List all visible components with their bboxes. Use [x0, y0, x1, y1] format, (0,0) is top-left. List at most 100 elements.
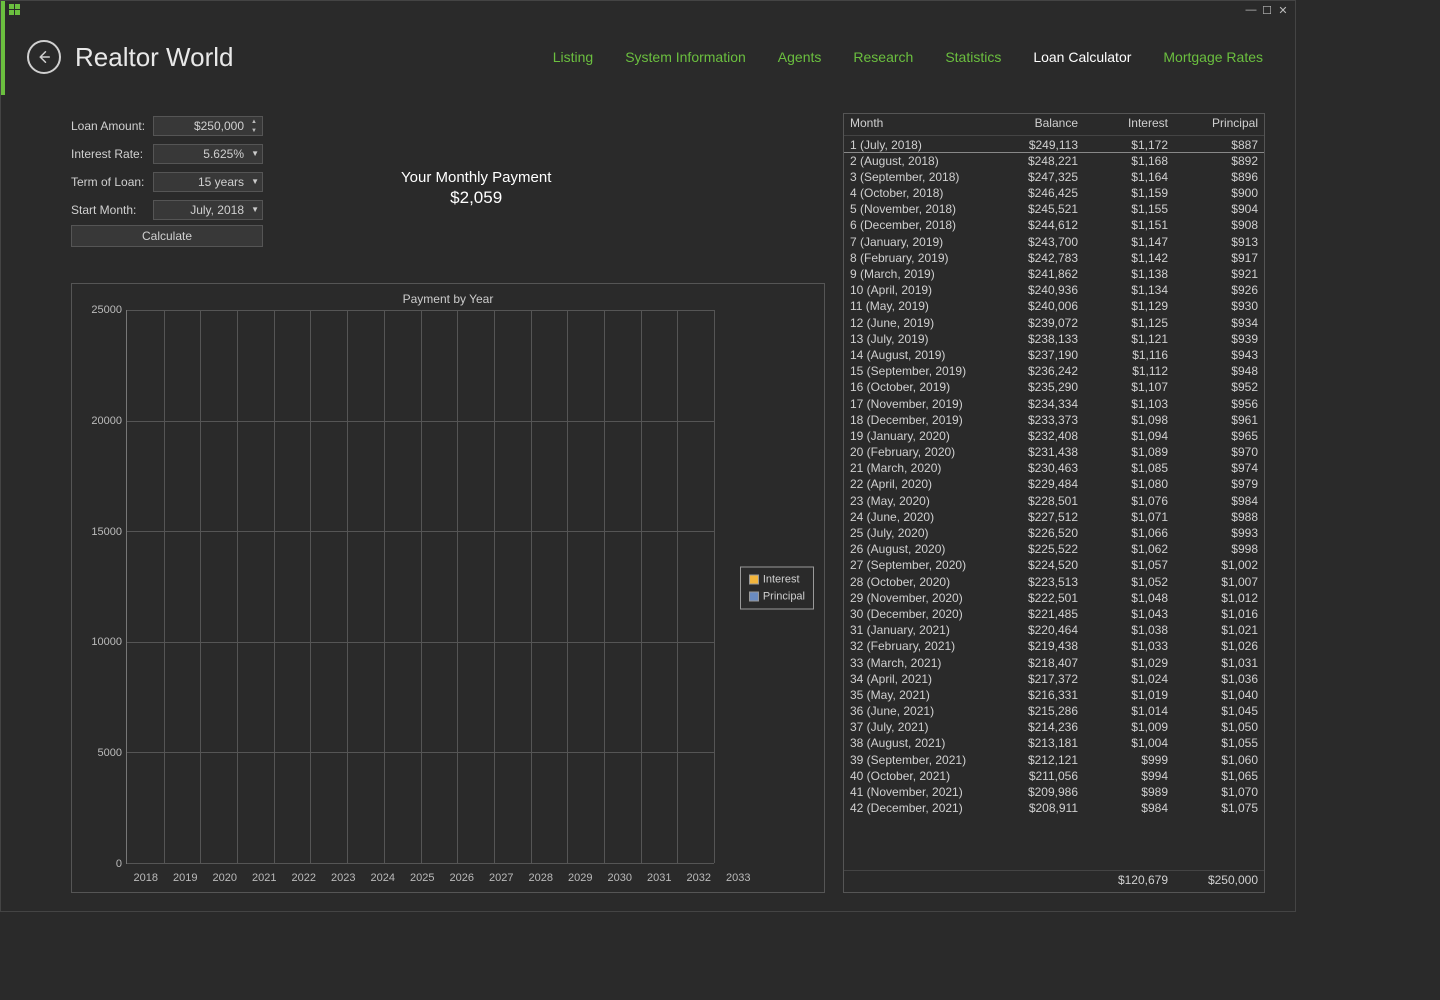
table-row[interactable]: 22 (April, 2020)$229,484$1,080$979 [844, 476, 1264, 492]
table-row[interactable]: 41 (November, 2021)$209,986$989$1,070 [844, 784, 1264, 800]
window-close-button[interactable]: ✕ [1275, 4, 1291, 17]
table-row[interactable]: 10 (April, 2019)$240,936$1,134$926 [844, 282, 1264, 298]
input-loan-amount[interactable]: $250,000 ▲▼ [153, 116, 263, 136]
nav-item-loan-calculator[interactable]: Loan Calculator [1031, 45, 1133, 69]
table-row[interactable]: 38 (August, 2021)$213,181$1,004$1,055 [844, 735, 1264, 751]
table-row[interactable]: 36 (June, 2021)$215,286$1,014$1,045 [844, 703, 1264, 719]
calculate-button[interactable]: Calculate [71, 225, 263, 247]
cell-month: 25 (July, 2020) [844, 525, 994, 541]
cell-balance: $247,325 [994, 168, 1084, 184]
cell-interest: $1,094 [1084, 427, 1174, 443]
table-row[interactable]: 25 (July, 2020)$226,520$1,066$993 [844, 525, 1264, 541]
table-row[interactable]: 28 (October, 2020)$223,513$1,052$1,007 [844, 573, 1264, 589]
nav-item-agents[interactable]: Agents [776, 45, 824, 69]
nav-item-mortgage-rates[interactable]: Mortgage Rates [1161, 45, 1265, 69]
cell-balance: $216,331 [994, 686, 1084, 702]
col-principal[interactable]: Principal [1174, 114, 1264, 135]
table-row[interactable]: 6 (December, 2018)$244,612$1,151$908 [844, 217, 1264, 233]
table-row[interactable]: 4 (October, 2018)$246,425$1,159$900 [844, 185, 1264, 201]
table-row[interactable]: 11 (May, 2019)$240,006$1,129$930 [844, 298, 1264, 314]
cell-interest: $1,085 [1084, 460, 1174, 476]
table-row[interactable]: 3 (September, 2018)$247,325$1,164$896 [844, 168, 1264, 184]
table-row[interactable]: 9 (March, 2019)$241,862$1,138$921 [844, 266, 1264, 282]
table-footer: $120,679 $250,000 [844, 870, 1264, 892]
cell-principal: $1,016 [1174, 605, 1264, 621]
cell-interest: $1,159 [1084, 185, 1174, 201]
table-row[interactable]: 12 (June, 2019)$239,072$1,125$934 [844, 314, 1264, 330]
cell-principal: $943 [1174, 346, 1264, 362]
table-row[interactable]: 1 (July, 2018)$249,113$1,172$887 [844, 136, 1264, 152]
cell-balance: $243,700 [994, 233, 1084, 249]
cell-principal: $934 [1174, 314, 1264, 330]
window-maximize-button[interactable]: ☐ [1259, 4, 1275, 17]
table-row[interactable]: 42 (December, 2021)$208,911$984$1,075 [844, 800, 1264, 816]
nav-item-statistics[interactable]: Statistics [943, 45, 1003, 69]
cell-principal: $1,075 [1174, 800, 1264, 816]
legend-principal: Principal [763, 588, 805, 605]
table-row[interactable]: 2 (August, 2018)$248,221$1,168$892 [844, 152, 1264, 168]
form-area: Loan Amount: $250,000 ▲▼ Interest Rate: … [71, 113, 825, 283]
cell-balance: $236,242 [994, 363, 1084, 379]
table-row[interactable]: 15 (September, 2019)$236,242$1,112$948 [844, 363, 1264, 379]
table-row[interactable]: 16 (October, 2019)$235,290$1,107$952 [844, 379, 1264, 395]
col-interest[interactable]: Interest [1084, 114, 1174, 135]
table-row[interactable]: 29 (November, 2020)$222,501$1,048$1,012 [844, 589, 1264, 605]
nav-item-research[interactable]: Research [851, 45, 915, 69]
table-row[interactable]: 17 (November, 2019)$234,334$1,103$956 [844, 395, 1264, 411]
table-row[interactable]: 19 (January, 2020)$232,408$1,094$965 [844, 427, 1264, 443]
col-month[interactable]: Month [844, 114, 994, 135]
back-button[interactable] [27, 40, 61, 74]
footer-interest-sum: $120,679 [1084, 871, 1174, 892]
input-interest-rate[interactable]: 5.625%▼ [153, 144, 263, 164]
spinner-icon[interactable]: ▲▼ [248, 117, 260, 135]
input-term[interactable]: 15 years▼ [153, 172, 263, 192]
cell-interest: $1,138 [1084, 266, 1174, 282]
cell-month: 4 (October, 2018) [844, 185, 994, 201]
cell-balance: $232,408 [994, 427, 1084, 443]
cell-principal: $970 [1174, 444, 1264, 460]
cell-month: 32 (February, 2021) [844, 638, 994, 654]
cell-balance: $221,485 [994, 605, 1084, 621]
table-row[interactable]: 8 (February, 2019)$242,783$1,142$917 [844, 249, 1264, 265]
cell-balance: $229,484 [994, 476, 1084, 492]
table-row[interactable]: 13 (July, 2019)$238,133$1,121$939 [844, 330, 1264, 346]
table-row[interactable]: 5 (November, 2018)$245,521$1,155$904 [844, 201, 1264, 217]
cell-balance: $225,522 [994, 541, 1084, 557]
table-row[interactable]: 23 (May, 2020)$228,501$1,076$984 [844, 492, 1264, 508]
table-row[interactable]: 24 (June, 2020)$227,512$1,071$988 [844, 508, 1264, 524]
table-row[interactable]: 37 (July, 2021)$214,236$1,009$1,050 [844, 719, 1264, 735]
table-row[interactable]: 30 (December, 2020)$221,485$1,043$1,016 [844, 605, 1264, 621]
cell-balance: $209,986 [994, 784, 1084, 800]
table-row[interactable]: 40 (October, 2021)$211,056$994$1,065 [844, 767, 1264, 783]
table-row[interactable]: 34 (April, 2021)$217,372$1,024$1,036 [844, 670, 1264, 686]
cell-month: 3 (September, 2018) [844, 168, 994, 184]
table-row[interactable]: 18 (December, 2019)$233,373$1,098$961 [844, 411, 1264, 427]
table-row[interactable]: 39 (September, 2021)$212,121$999$1,060 [844, 751, 1264, 767]
table-row[interactable]: 14 (August, 2019)$237,190$1,116$943 [844, 346, 1264, 362]
input-start-month[interactable]: July, 2018▼ [153, 200, 263, 220]
table-row[interactable]: 20 (February, 2020)$231,438$1,089$970 [844, 444, 1264, 460]
cell-interest: $1,052 [1084, 573, 1174, 589]
cell-month: 40 (October, 2021) [844, 767, 994, 783]
table-row[interactable]: 33 (March, 2021)$218,407$1,029$1,031 [844, 654, 1264, 670]
table-row[interactable]: 32 (February, 2021)$219,438$1,033$1,026 [844, 638, 1264, 654]
table-row[interactable]: 35 (May, 2021)$216,331$1,019$1,040 [844, 686, 1264, 702]
col-balance[interactable]: Balance [994, 114, 1084, 135]
table-row[interactable]: 31 (January, 2021)$220,464$1,038$1,021 [844, 622, 1264, 638]
window-minimize-button[interactable]: — [1243, 4, 1259, 16]
cell-month: 17 (November, 2019) [844, 395, 994, 411]
table-row[interactable]: 26 (August, 2020)$225,522$1,062$998 [844, 541, 1264, 557]
cell-balance: $235,290 [994, 379, 1084, 395]
table-row[interactable]: 27 (September, 2020)$224,520$1,057$1,002 [844, 557, 1264, 573]
cell-month: 15 (September, 2019) [844, 363, 994, 379]
cell-interest: $1,134 [1084, 282, 1174, 298]
table-row[interactable]: 7 (January, 2019)$243,700$1,147$913 [844, 233, 1264, 249]
cell-interest: $1,024 [1084, 670, 1174, 686]
cell-balance: $233,373 [994, 411, 1084, 427]
table-row[interactable]: 21 (March, 2020)$230,463$1,085$974 [844, 460, 1264, 476]
table-body[interactable]: 1 (July, 2018)$249,113$1,172$8872 (Augus… [844, 136, 1264, 870]
amortization-table-panel: Month Balance Interest Principal 1 (July… [843, 113, 1265, 893]
nav-item-system-information[interactable]: System Information [623, 45, 748, 69]
nav-item-listing[interactable]: Listing [551, 45, 595, 69]
cell-principal: $1,050 [1174, 719, 1264, 735]
